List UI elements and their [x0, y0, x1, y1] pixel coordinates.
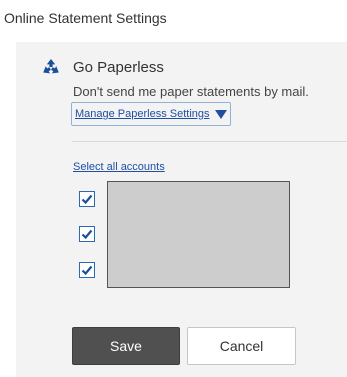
cancel-button[interactable]: Cancel	[187, 327, 296, 365]
select-all-accounts-link[interactable]: Select all accounts	[73, 161, 165, 173]
triangle-down-icon	[214, 109, 227, 119]
account-checkbox[interactable]	[79, 191, 95, 207]
page-title: Online Statement Settings	[4, 10, 167, 26]
recycle-icon	[41, 58, 61, 78]
manage-paperless-settings-button[interactable]: Manage Paperless Settings	[71, 102, 231, 126]
divider	[72, 141, 347, 142]
go-paperless-heading: Go Paperless	[73, 59, 164, 76]
checkmark-icon	[81, 194, 93, 205]
manage-paperless-label: Manage Paperless Settings	[75, 108, 210, 120]
account-list-redacted	[107, 181, 290, 288]
save-button[interactable]: Save	[72, 327, 180, 365]
paperless-panel: Go Paperless Don't send me paper stateme…	[16, 42, 347, 377]
checkmark-icon	[81, 265, 93, 276]
paperless-description: Don't send me paper statements by mail.	[73, 84, 309, 99]
account-checkbox[interactable]	[79, 262, 95, 278]
account-checkbox[interactable]	[79, 226, 95, 242]
checkmark-icon	[81, 229, 93, 240]
